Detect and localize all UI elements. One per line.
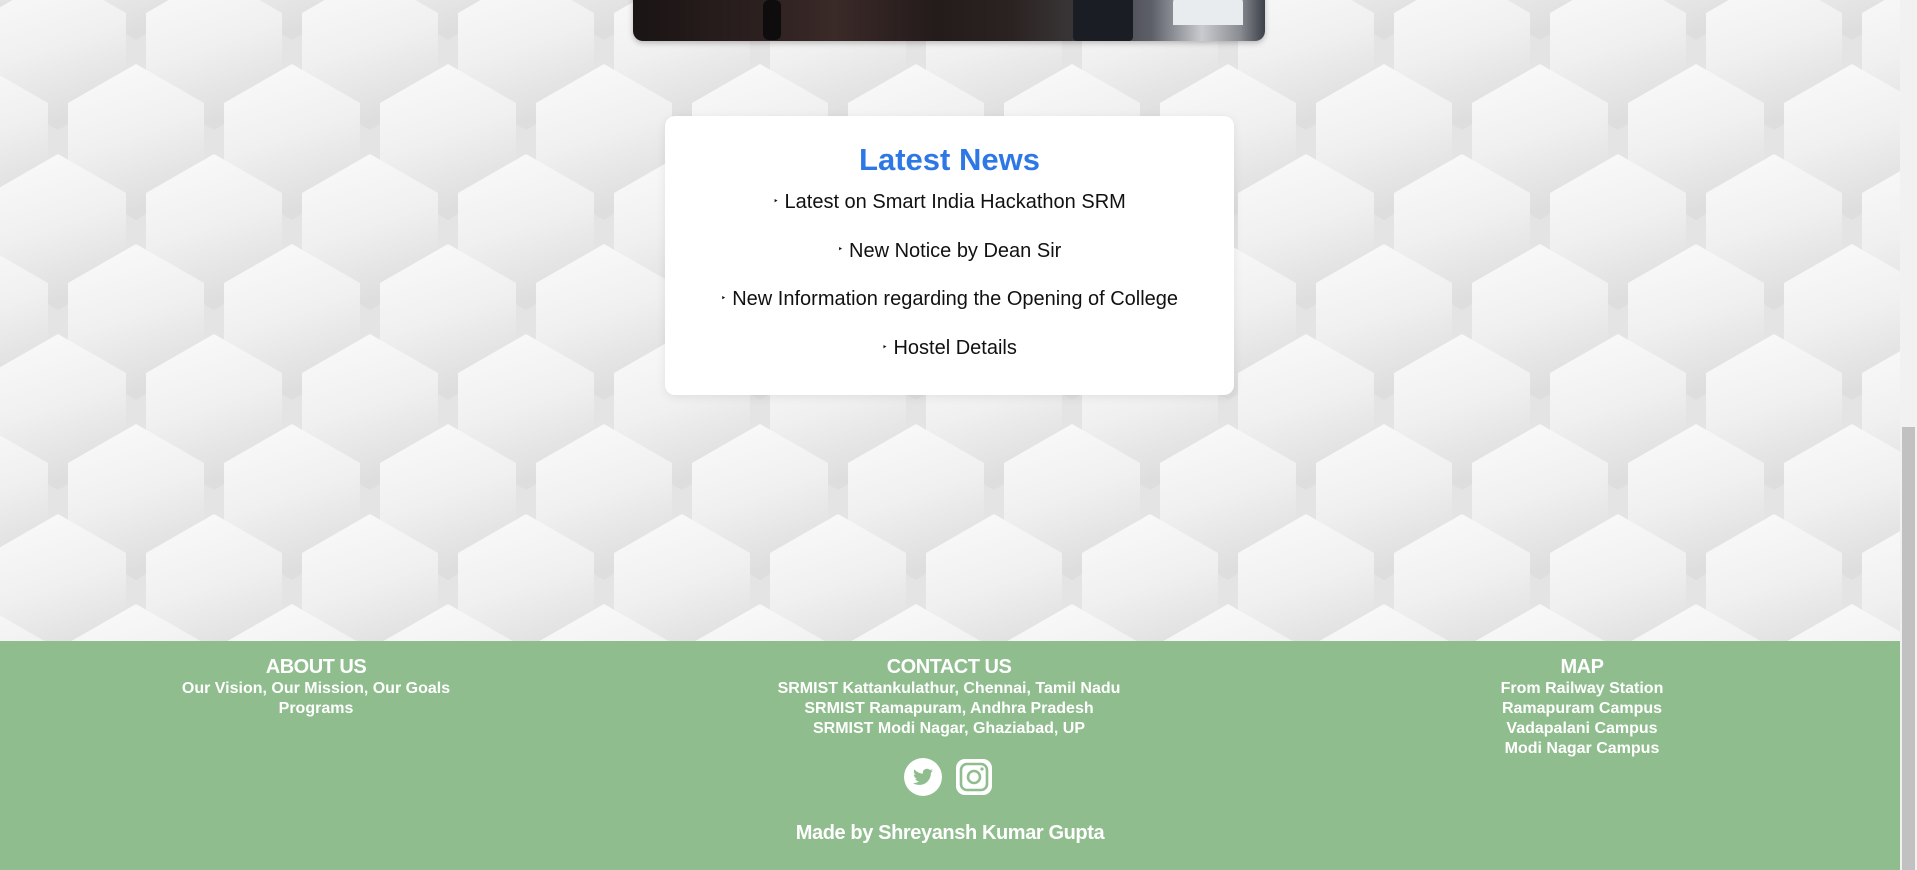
bullet-icon: ‣: [773, 195, 779, 206]
footer-map-heading: MAP: [1560, 656, 1604, 678]
news-list: ‣ Latest on Smart India Hackathon SRM ‣ Ne…: [665, 190, 1234, 361]
instagram-icon[interactable]: [956, 759, 992, 795]
footer-link-modi-nagar-campus[interactable]: Modi Nagar Campus: [1382, 739, 1782, 759]
vertical-scrollbar[interactable]: [1900, 0, 1917, 870]
photo-car: [1173, 0, 1243, 25]
footer-about-section: ABOUT US Our Vision, Our Mission, Our Go…: [116, 655, 516, 719]
footer-link-ramapuram-campus[interactable]: Ramapuram Campus: [1382, 699, 1782, 719]
news-item[interactable]: ‣ New Information regarding the Opening o…: [665, 287, 1234, 312]
footer-link-vadapalani-campus[interactable]: Vadapalani Campus: [1382, 719, 1782, 739]
news-item[interactable]: ‣ Latest on Smart India Hackathon SRM: [665, 190, 1234, 215]
footer-link-programs[interactable]: Programs: [116, 699, 516, 719]
footer-about-heading: ABOUT US: [265, 656, 367, 678]
site-footer: ABOUT US Our Vision, Our Mission, Our Go…: [0, 641, 1900, 870]
news-item[interactable]: ‣ New Notice by Dean Sir: [665, 239, 1234, 264]
social-links: [904, 758, 996, 796]
campus-photo: [633, 0, 1265, 41]
footer-link-ramapuram[interactable]: SRMIST Ramapuram, Andhra Pradesh: [749, 699, 1149, 719]
footer-credit: Made by Shreyansh Kumar Gupta: [795, 822, 1105, 844]
footer-link-modi-nagar[interactable]: SRMIST Modi Nagar, Ghaziabad, UP: [749, 719, 1149, 739]
bullet-icon: ‣: [837, 244, 843, 255]
footer-link-kattankulathur[interactable]: SRMIST Kattankulathur, Chennai, Tamil Na…: [749, 679, 1149, 699]
footer-link-vision[interactable]: Our Vision, Our Mission, Our Goals: [116, 679, 516, 699]
photo-figure: [763, 0, 781, 40]
bullet-icon: ‣: [720, 293, 727, 304]
bullet-icon: ‣: [882, 341, 888, 352]
footer-contact-heading: CONTACT US: [886, 656, 1012, 678]
news-item-label: Hostel Details: [893, 337, 1017, 360]
news-item-label: New Information regarding the Opening of…: [732, 288, 1179, 311]
latest-news-title: Latest News: [859, 142, 1040, 177]
photo-figure: [1073, 0, 1133, 41]
news-item[interactable]: ‣ Hostel Details: [665, 336, 1234, 361]
footer-map-section: MAP From Railway Station Ramapuram Campu…: [1382, 655, 1782, 759]
news-item-label: Latest on Smart India Hackathon SRM: [784, 191, 1126, 213]
footer-contact-section: CONTACT US SRMIST Kattankulathur, Chenna…: [749, 655, 1149, 739]
latest-news-card: Latest News ‣ Latest on Smart India Hacka…: [665, 116, 1234, 395]
twitter-icon[interactable]: [904, 758, 942, 796]
news-item-label: New Notice by Dean Sir: [849, 239, 1062, 262]
scrollbar-thumb[interactable]: [1902, 427, 1915, 870]
footer-link-railway-station[interactable]: From Railway Station: [1382, 679, 1782, 699]
